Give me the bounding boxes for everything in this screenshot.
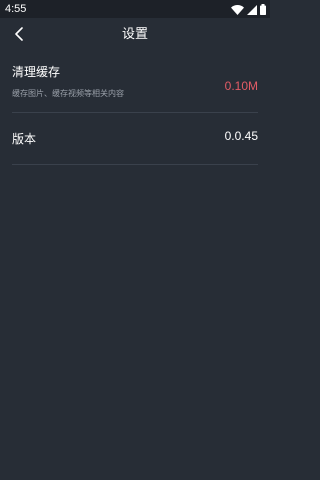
- status-time: 4:55: [5, 3, 27, 15]
- status-icons: [231, 3, 266, 15]
- clear-cache-description: 缓存图片、缓存视频等相关内容: [12, 89, 124, 98]
- signal-icon: [247, 0, 257, 19]
- settings-list: 清理缓存 缓存图片、缓存视频等相关内容 0.10M 版本 0.0.45: [0, 53, 270, 165]
- page-title: 设置: [121, 27, 148, 42]
- app-bar: 设置: [0, 18, 270, 53]
- clear-cache-title: 清理缓存: [12, 65, 61, 79]
- status-bar: 4:55: [0, 0, 270, 18]
- cache-size-value: 0.10M: [224, 79, 258, 93]
- version-value: 0.0.45: [224, 129, 258, 143]
- battery-icon: [260, 0, 266, 19]
- version-title: 版本: [12, 132, 37, 146]
- clear-cache-row[interactable]: 清理缓存 缓存图片、缓存视频等相关内容 0.10M: [12, 53, 258, 113]
- version-row[interactable]: 版本 0.0.45: [12, 113, 258, 165]
- wifi-icon: [231, 0, 244, 19]
